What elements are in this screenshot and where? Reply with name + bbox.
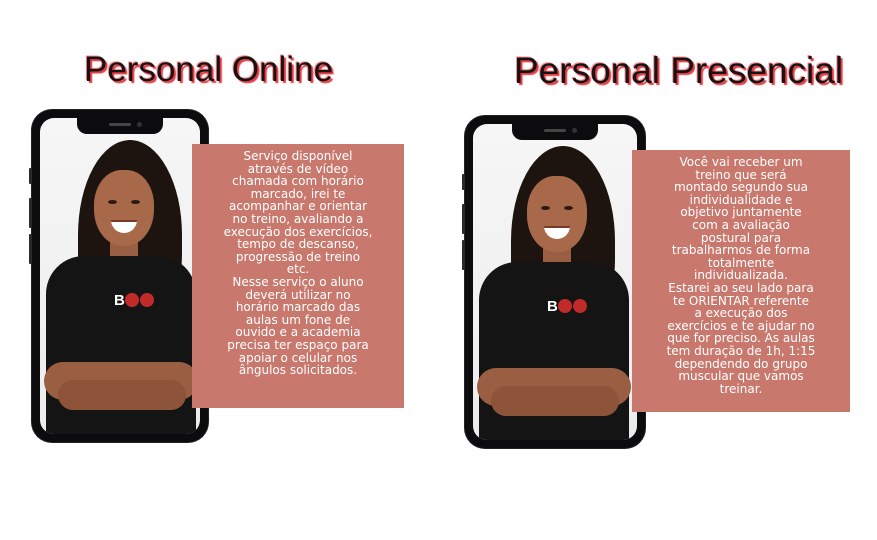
phone-screen: B xyxy=(40,118,200,434)
phone-mockup: B xyxy=(462,116,645,448)
personal-online-panel: Personal Online B Serviço disponível atr… xyxy=(0,0,430,540)
phone-side-button xyxy=(29,198,32,228)
shirt-logo: B xyxy=(114,292,160,312)
trainer-photo: B xyxy=(40,118,200,434)
personal-presencial-title: Personal Presencial xyxy=(514,50,844,91)
personal-presencial-panel: Personal Presencial B Você vai receber u… xyxy=(430,0,877,540)
phone-side-button xyxy=(462,174,465,190)
phone-screen: B xyxy=(473,124,637,440)
phone-side-button xyxy=(462,240,465,270)
phone-side-button xyxy=(29,234,32,264)
phone-notch xyxy=(77,118,163,134)
personal-online-title: Personal Online xyxy=(84,50,334,89)
trainer-photo: B xyxy=(473,124,637,440)
phone-notch xyxy=(512,124,598,140)
shirt-logo: B xyxy=(547,298,593,318)
phone-side-button xyxy=(462,204,465,234)
phone-mockup: B xyxy=(29,110,208,442)
presencial-description: Você vai receber um treino que será mont… xyxy=(632,150,850,412)
phone-side-button xyxy=(29,168,32,184)
online-description: Serviço disponível através de vídeo cham… xyxy=(192,144,404,408)
